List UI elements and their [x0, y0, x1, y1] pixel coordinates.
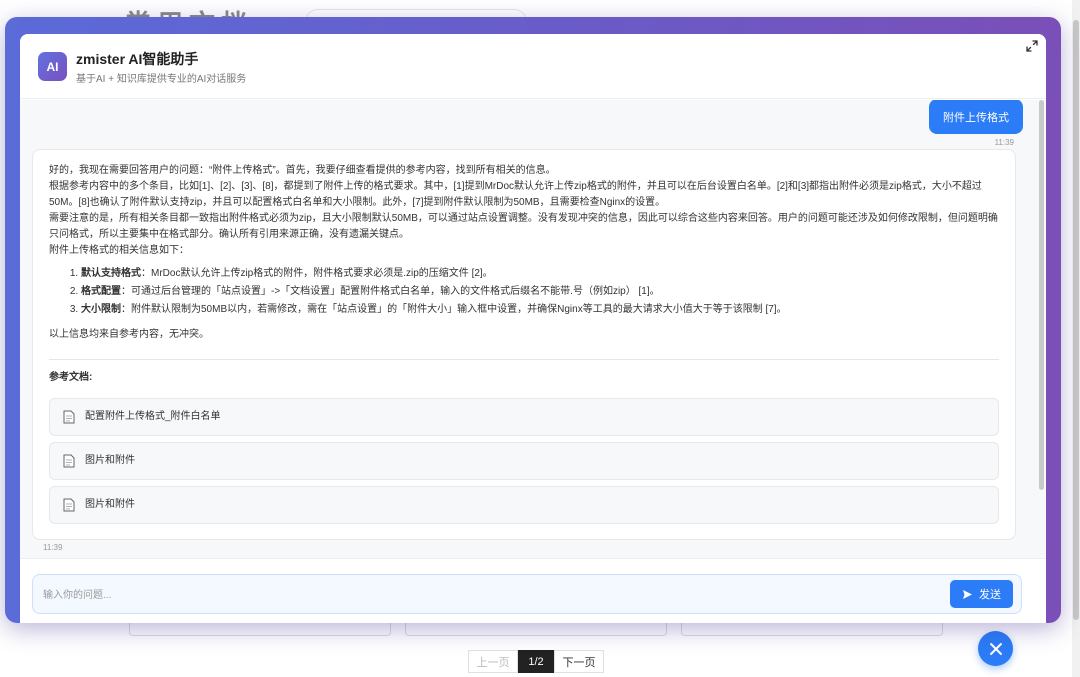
answer-list: 默认支持格式：MrDoc默认允许上传zip格式的附件，附件格式要求必须是.zip… [81, 265, 999, 319]
chat-scrollbar[interactable] [1039, 100, 1044, 490]
list-item: 默认支持格式：MrDoc默认允许上传zip格式的附件，附件格式要求必须是.zip… [81, 265, 999, 283]
chat-header: AI zmister AI智能助手 基于AI + 知识库提供专业的AI对话服务 [20, 34, 1046, 99]
list-item-label: 默认支持格式 [81, 268, 141, 279]
current-page-indicator: 1/2 [518, 650, 554, 673]
document-icon [63, 410, 75, 424]
list-item-text: ：可通过后台管理的「站点设置」->「文档设置」配置附件格式白名单，输入的文件格式… [121, 286, 660, 297]
document-icon [63, 454, 75, 468]
ai-avatar: AI [38, 52, 67, 81]
ai-conclusion: 以上信息均来自参考内容，无冲突。 [49, 329, 209, 340]
send-button-label: 发送 [979, 589, 1001, 601]
reference-doc-title: 配置附件上传格式_附件白名单 [85, 411, 221, 422]
list-item-label: 格式配置 [81, 286, 121, 297]
user-message-bubble: 附件上传格式 [929, 100, 1023, 134]
expand-icon[interactable] [1026, 40, 1038, 52]
reference-doc-title: 图片和附件 [85, 455, 135, 466]
chat-input-area: 发送 [20, 558, 1046, 623]
chat-input-box: 发送 [32, 574, 1022, 614]
ai-thinking-text: 根据参考内容中的多个条目，比如[1]、[2]、[3]、[8]，都提到了附件上传的… [49, 181, 982, 208]
divider [49, 359, 999, 360]
ai-thinking-text: 附件上传格式的相关信息如下： [49, 245, 189, 256]
prev-page-button[interactable]: 上一页 [468, 650, 518, 673]
chat-subtitle: 基于AI + 知识库提供专业的AI对话服务 [76, 74, 247, 85]
ai-thinking-text: 需要注意的是，所有相关条目都一致指出附件格式必须为zip，且大小限制默认50MB… [49, 213, 998, 240]
ai-thinking-text: 好的，我现在需要回答用户的问题：“附件上传格式”。首先，我要仔细查看提供的参考内… [49, 165, 556, 176]
pagination: 上一页 1/2 下一页 [468, 650, 604, 673]
reference-doc-title: 图片和附件 [85, 499, 135, 510]
send-icon [963, 589, 972, 599]
ai-message-time: 11:39 [43, 543, 63, 552]
list-item-label: 大小限制 [81, 304, 121, 315]
close-chat-button[interactable] [978, 631, 1013, 666]
question-input[interactable] [43, 585, 923, 605]
next-page-button[interactable]: 下一页 [554, 650, 604, 673]
chat-messages[interactable]: 附件上传格式 11:39 好的，我现在需要回答用户的问题：“附件上传格式”。首先… [20, 100, 1046, 558]
references-title: 参考文档: [49, 372, 93, 383]
document-icon [63, 498, 75, 512]
ai-message-bubble: 好的，我现在需要回答用户的问题：“附件上传格式”。首先，我要仔细查看提供的参考内… [32, 149, 1016, 540]
send-button[interactable]: 发送 [950, 580, 1013, 608]
list-item-text: ：MrDoc默认允许上传zip格式的附件，附件格式要求必须是.zip的压缩文件 … [141, 268, 493, 279]
close-icon [989, 642, 1002, 655]
reference-doc-link[interactable]: 配置附件上传格式_附件白名单 [49, 398, 999, 436]
list-item: 格式配置：可通过后台管理的「站点设置」->「文档设置」配置附件格式白名单，输入的… [81, 283, 999, 301]
reference-doc-link[interactable]: 图片和附件 [49, 442, 999, 480]
reference-doc-link[interactable]: 图片和附件 [49, 486, 999, 524]
page-scrollbar[interactable] [1072, 0, 1080, 677]
list-item-text: ：附件默认限制为50MB以内，若需修改，需在「站点设置」的「附件大小」输入框中设… [121, 304, 787, 315]
list-item: 大小限制：附件默认限制为50MB以内，若需修改，需在「站点设置」的「附件大小」输… [81, 301, 999, 319]
chat-modal: AI zmister AI智能助手 基于AI + 知识库提供专业的AI对话服务 … [20, 34, 1046, 623]
user-message-time: 11:39 [994, 138, 1014, 147]
chat-title: zmister AI智能助手 [76, 51, 199, 67]
